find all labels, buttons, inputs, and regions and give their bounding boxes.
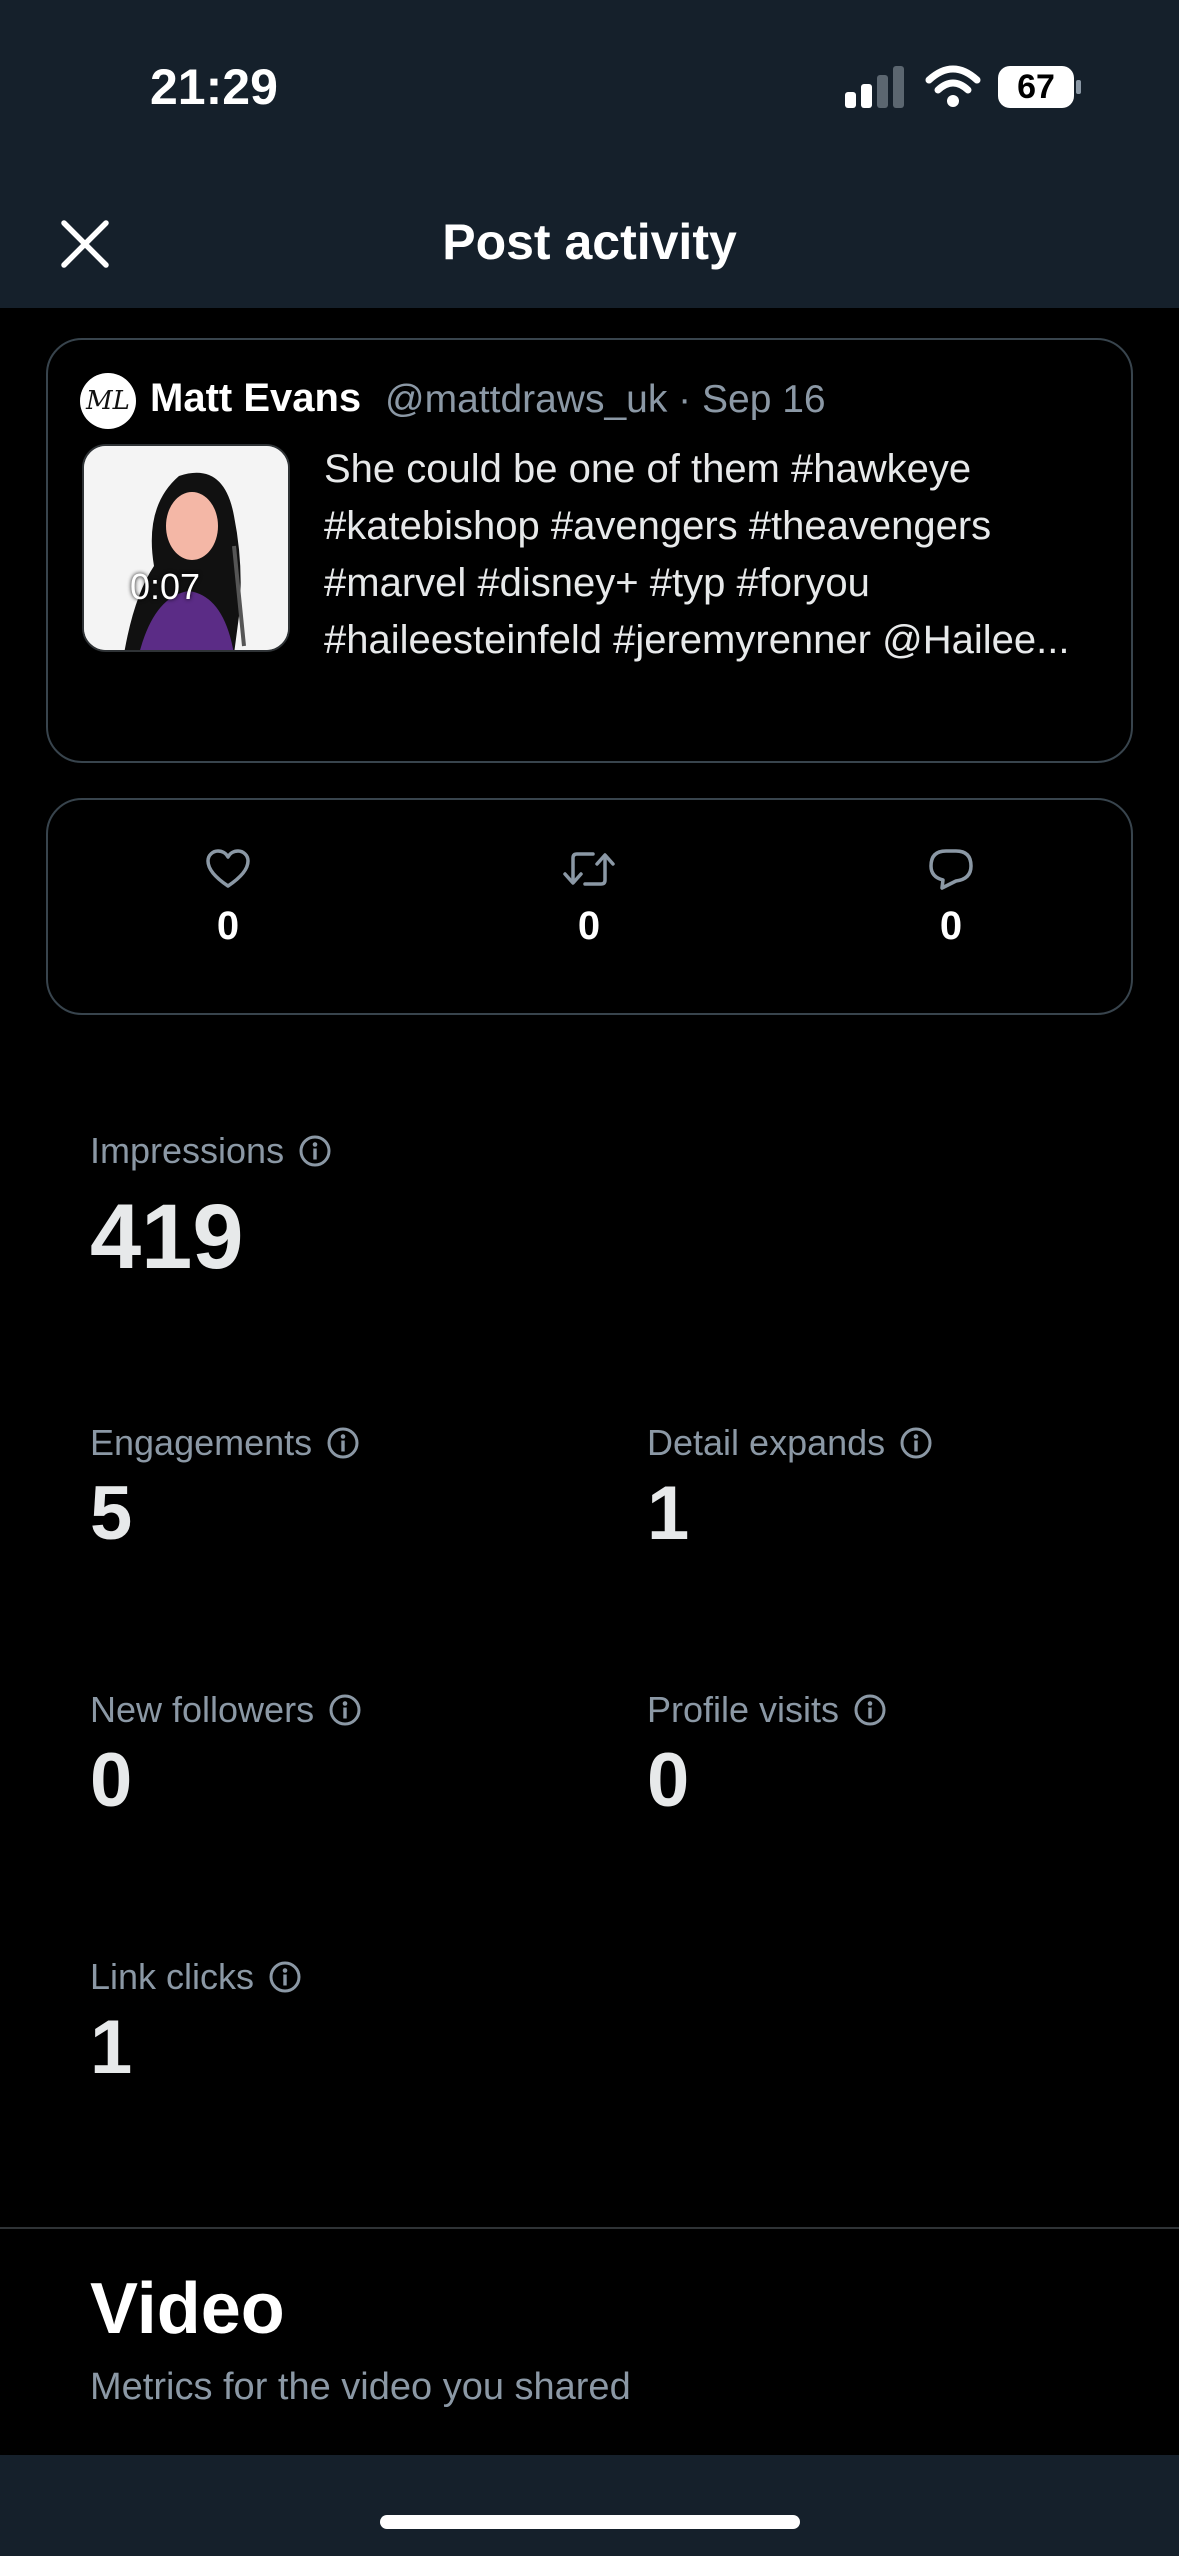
section-divider bbox=[0, 2227, 1179, 2229]
link-clicks-label-row: Link clicks bbox=[90, 1956, 302, 1998]
post-handle-date: @mattdraws_uk · Sep 16 bbox=[385, 378, 826, 421]
link-clicks-label: Link clicks bbox=[90, 1956, 255, 1997]
impressions-label: Impressions bbox=[90, 1130, 285, 1171]
info-icon[interactable] bbox=[899, 1426, 933, 1460]
battery-level: 67 bbox=[1017, 68, 1055, 106]
avatar: ML bbox=[80, 373, 136, 429]
likes-stat: 0 bbox=[168, 848, 288, 949]
status-time: 21:29 bbox=[150, 59, 278, 115]
reposts-count: 0 bbox=[577, 904, 601, 948]
profile-visits-label-row: Profile visits bbox=[647, 1689, 887, 1731]
impressions-label-row: Impressions bbox=[90, 1130, 332, 1172]
engagements-label: Engagements bbox=[90, 1422, 313, 1463]
replies-stat: 0 bbox=[891, 848, 1011, 949]
post-text: She could be one of them #hawkeye #kateb… bbox=[324, 447, 1070, 662]
video-duration: 0:07 bbox=[130, 566, 201, 607]
battery-indicator: 67 bbox=[998, 66, 1082, 108]
detail-expands-value: 1 bbox=[647, 1471, 690, 1556]
repost-icon bbox=[563, 852, 615, 886]
home-indicator[interactable] bbox=[380, 2515, 800, 2529]
new-followers-label-row: New followers bbox=[90, 1689, 362, 1731]
impressions-value: 419 bbox=[90, 1186, 244, 1288]
reply-icon bbox=[929, 849, 973, 890]
engagements-value: 5 bbox=[90, 1471, 133, 1556]
wifi-icon bbox=[925, 65, 981, 107]
info-icon[interactable] bbox=[326, 1426, 360, 1460]
heart-icon bbox=[206, 849, 250, 888]
likes-count: 0 bbox=[216, 904, 240, 948]
post-author-name: Matt Evans bbox=[150, 376, 362, 420]
link-clicks-value: 1 bbox=[90, 2005, 133, 2090]
profile-visits-value: 0 bbox=[647, 1738, 690, 1823]
video-thumbnail[interactable] bbox=[82, 444, 290, 652]
profile-visits-label: Profile visits bbox=[647, 1689, 840, 1730]
detail-expands-label-row: Detail expands bbox=[647, 1422, 933, 1464]
replies-count: 0 bbox=[939, 904, 963, 948]
detail-expands-label: Detail expands bbox=[647, 1422, 886, 1463]
new-followers-label: New followers bbox=[90, 1689, 315, 1730]
video-section-title: Video bbox=[90, 2269, 285, 2349]
home-indicator-area bbox=[0, 2455, 1179, 2556]
page-title: Post activity bbox=[442, 214, 737, 270]
info-icon[interactable] bbox=[328, 1693, 362, 1727]
cellular-signal-icon bbox=[845, 66, 904, 108]
reposts-stat: 0 bbox=[529, 848, 649, 949]
info-icon[interactable] bbox=[268, 1960, 302, 1994]
avatar-initials: ML bbox=[86, 386, 130, 416]
engagements-label-row: Engagements bbox=[90, 1422, 360, 1464]
info-icon[interactable] bbox=[853, 1693, 887, 1727]
video-section-subtitle: Metrics for the video you shared bbox=[90, 2366, 631, 2408]
thumbnail-illustration bbox=[84, 446, 288, 650]
info-icon[interactable] bbox=[298, 1134, 332, 1168]
new-followers-value: 0 bbox=[90, 1738, 133, 1823]
